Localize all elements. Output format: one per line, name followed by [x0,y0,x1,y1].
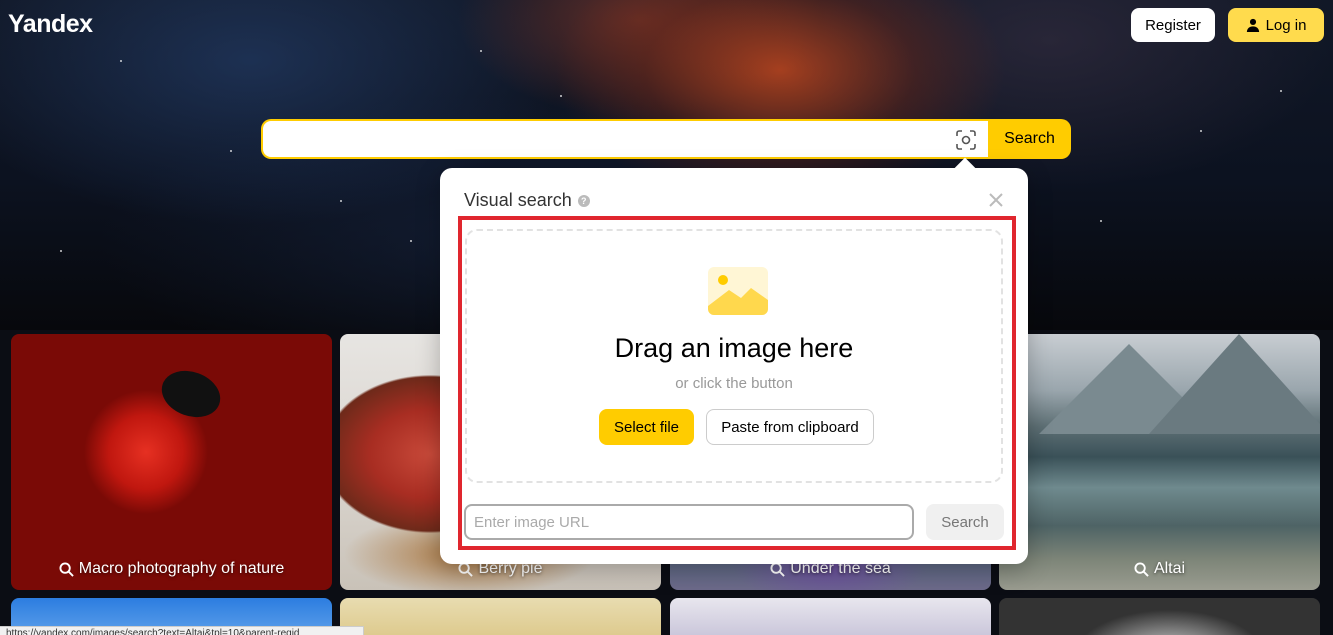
tile-row2-2[interactable] [340,598,661,635]
status-bar-url: https://yandex.com/images/search?text=Al… [0,626,364,635]
camera-scan-icon[interactable] [954,128,978,152]
visual-search-popup: Visual search ? Drag an image here or cl… [440,168,1028,564]
yandex-logo[interactable]: Yandex [8,10,93,39]
close-icon[interactable] [988,192,1004,208]
tile-row2-4[interactable] [999,598,1320,635]
login-button[interactable]: Log in [1228,8,1324,42]
highlight-box [458,216,1016,550]
search-icon [1134,561,1149,577]
tile-caption: Macro photography of nature [11,560,332,578]
popup-title: Visual search ? [464,190,590,211]
search-input[interactable] [263,121,988,157]
tile-macro-photography[interactable]: Macro photography of nature [11,334,332,590]
register-button[interactable]: Register [1131,8,1215,42]
search-box [261,119,988,159]
tile-row2-3[interactable] [670,598,991,635]
tile-caption: Altai [999,560,1320,578]
tile-altai[interactable]: Altai [999,334,1320,590]
search-button[interactable]: Search [988,119,1071,159]
user-icon [1246,18,1259,32]
question-icon[interactable]: ? [577,194,590,207]
search-icon [59,561,74,577]
search-bar: Search [261,119,1071,159]
login-label: Log in [1265,16,1307,34]
